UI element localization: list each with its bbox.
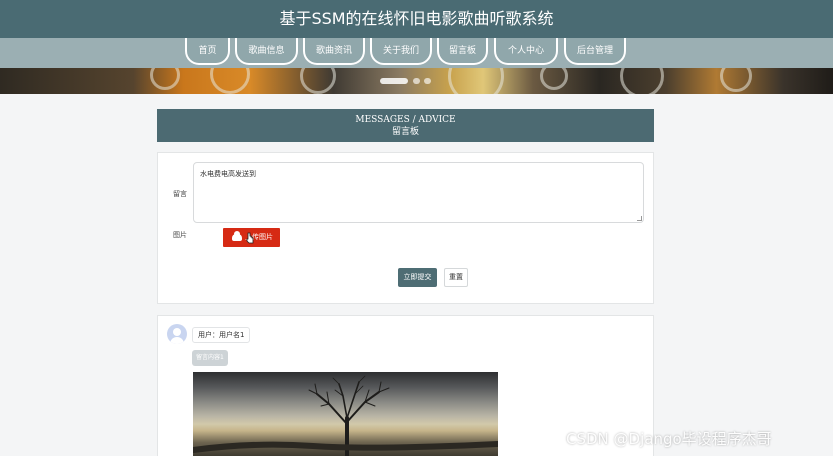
nav-item-about[interactable]: 关于我们 [370, 38, 432, 65]
banner-decoration [210, 68, 250, 94]
message-text: 水电费电高发送到 [200, 170, 256, 178]
nav-item-user-center[interactable]: 个人中心 [494, 38, 558, 65]
message-user: 用户：用户名1 [192, 327, 251, 343]
carousel-dot[interactable] [413, 78, 420, 84]
nav-item-message-board[interactable]: 留言板 [437, 38, 488, 65]
message-label: 留言 [173, 190, 187, 198]
banner-decoration [720, 68, 752, 92]
site-title: 基于SSM的在线怀旧电影歌曲听歌系统 [279, 9, 554, 28]
tree-silhouette-icon [193, 375, 498, 456]
section-title-en: MESSAGES / ADVICE [355, 115, 456, 125]
section-title-cn: 留言板 [391, 127, 419, 137]
watermark: CSDN @Django毕设程序杰哥 [566, 430, 772, 448]
message-photo [193, 372, 498, 456]
carousel-dot-active[interactable] [380, 78, 408, 84]
nav-item-song-info[interactable]: 歌曲信息 [235, 38, 298, 65]
banner-decoration [620, 68, 664, 94]
nav-item-home[interactable]: 首页 [185, 38, 230, 65]
resize-handle-icon[interactable] [637, 216, 642, 221]
nav-item-admin[interactable]: 后台管理 [564, 38, 626, 65]
carousel-dot[interactable] [424, 78, 431, 84]
message-content: 留言内容1 [192, 350, 228, 366]
banner-decoration [300, 68, 336, 94]
hand-cursor-icon [246, 232, 254, 244]
section-title-bar: MESSAGES / ADVICE 留言板 [157, 109, 654, 142]
user-avatar-icon [167, 324, 187, 344]
reset-button[interactable]: 重置 [444, 268, 468, 287]
nav-item-song-news[interactable]: 歌曲资讯 [303, 38, 365, 65]
main-nav: 首页 歌曲信息 歌曲资讯 关于我们 留言板 个人中心 后台管理 [0, 38, 833, 68]
image-label: 图片 [173, 231, 187, 239]
site-header: 基于SSM的在线怀旧电影歌曲听歌系统 [0, 0, 833, 38]
message-textarea[interactable]: 水电费电高发送到 [193, 162, 644, 223]
banner-decoration [540, 68, 568, 90]
banner-decoration [448, 68, 504, 94]
cloud-upload-icon [232, 231, 242, 241]
banner-decoration [150, 68, 180, 90]
submit-button[interactable]: 立即提交 [398, 268, 437, 287]
